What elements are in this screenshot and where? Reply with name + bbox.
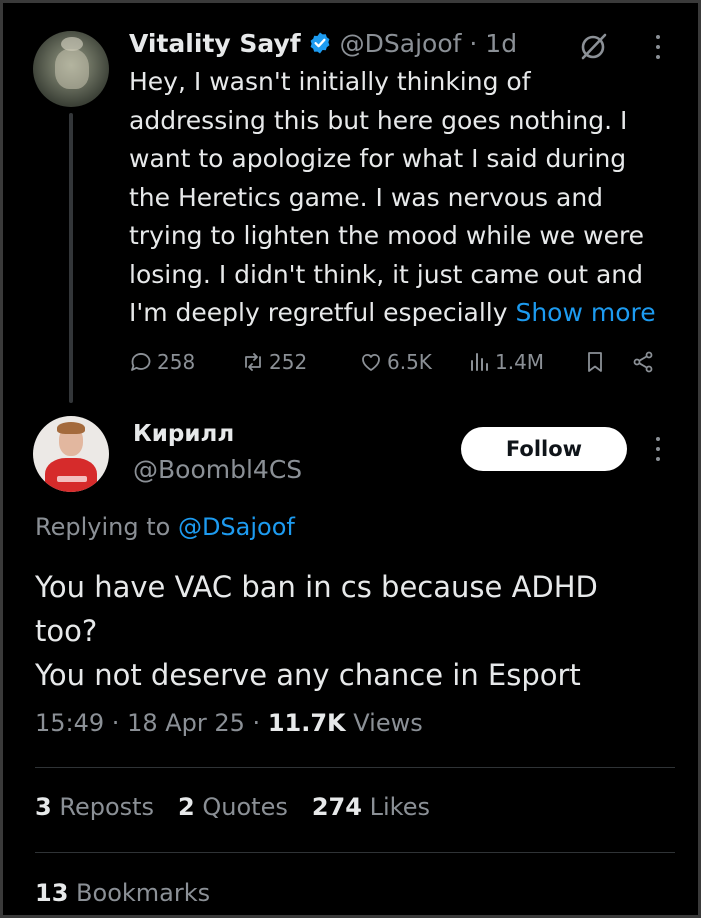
tweet-date[interactable]: 18 Apr 25 (127, 709, 245, 737)
reposts-stat[interactable]: 3 Reposts (35, 793, 154, 821)
parent-tweet-header: Vitality Sayf @DSajoof · 1d (129, 25, 517, 61)
verified-badge-icon (310, 32, 330, 54)
parent-text-line: addressing this but here goes nothing. I (129, 105, 628, 135)
parent-more-icon[interactable] (651, 33, 665, 61)
parent-text-line: Hey, I wasn't initially thinking of (129, 67, 531, 96)
views-icon (471, 353, 488, 371)
parent-text-line: losing. I didn't think, it just came out… (129, 259, 644, 289)
repost-icon (245, 353, 261, 371)
reply-count: 258 (157, 350, 196, 374)
parent-handle-time[interactable]: @DSajoof · 1d (340, 29, 517, 58)
views-total: 11.7K (267, 709, 346, 737)
tweet-time[interactable]: 15:49 (35, 709, 104, 737)
parent-text-line: trying to lighten the mood while we were (129, 221, 645, 250)
bookmark-button[interactable] (583, 343, 611, 381)
engagement-stats: 3 Reposts 2 Quotes 274 Likes (35, 793, 454, 821)
reply-avatar[interactable] (33, 416, 109, 492)
show-more-link[interactable]: Show more (515, 298, 655, 327)
reply-tweet-text: You have VAC ban in cs because ADHD too?… (35, 565, 675, 697)
like-button[interactable]: 6.5K (359, 343, 432, 381)
replying-to-mention[interactable]: @DSajoof (178, 513, 295, 541)
like-icon (362, 353, 380, 371)
tweet-meta: 15:49 · 18 Apr 25 · 11.7K Views (35, 709, 423, 737)
reply-text-line: You not deserve any chance in Esport (35, 658, 581, 692)
parent-text-line: want to apologize for what I said during (129, 144, 627, 173)
reply-more-icon[interactable] (651, 435, 665, 463)
reply-display-name[interactable]: Кирилл (133, 421, 234, 447)
parent-action-bar: 258 252 6.5K 1.4M (129, 343, 669, 381)
grok-icon[interactable] (579, 31, 609, 61)
reply-icon (131, 353, 151, 371)
parent-tweet-text: Hey, I wasn't initially thinking of addr… (129, 63, 689, 333)
parent-display-name[interactable]: Vitality Sayf (129, 29, 301, 58)
bookmark-icon (588, 352, 602, 372)
follow-button[interactable]: Follow (461, 427, 627, 471)
tweet-screen: Vitality Sayf @DSajoof · 1d Hey, I wasn'… (0, 0, 701, 918)
repost-count: 252 (269, 350, 308, 374)
likes-stat[interactable]: 274 Likes (312, 793, 430, 821)
divider (35, 767, 675, 768)
quotes-stat[interactable]: 2 Quotes (178, 793, 288, 821)
parent-text-line: I'm deeply regretful especially Show mor… (129, 298, 656, 327)
reply-text-line: too? (35, 614, 98, 648)
reply-text-line: You have VAC ban in cs because ADHD (35, 570, 598, 604)
reply-button[interactable]: 258 (129, 343, 195, 381)
repost-button[interactable]: 252 (241, 343, 307, 381)
share-button[interactable] (631, 343, 659, 381)
like-count: 6.5K (387, 350, 432, 374)
views-button[interactable]: 1.4M (467, 343, 544, 381)
bookmarks-stat[interactable]: 13 Bookmarks (35, 879, 210, 907)
thread-line (69, 113, 73, 403)
share-icon (633, 351, 653, 373)
views-count: 1.4M (495, 350, 545, 374)
reply-handle[interactable]: @Boombl4CS (133, 455, 302, 484)
parent-avatar[interactable] (33, 31, 109, 107)
divider (35, 852, 675, 853)
replying-to: Replying to @DSajoof (35, 513, 295, 541)
parent-text-line: the Heretics game. I was nervous and (129, 182, 604, 212)
